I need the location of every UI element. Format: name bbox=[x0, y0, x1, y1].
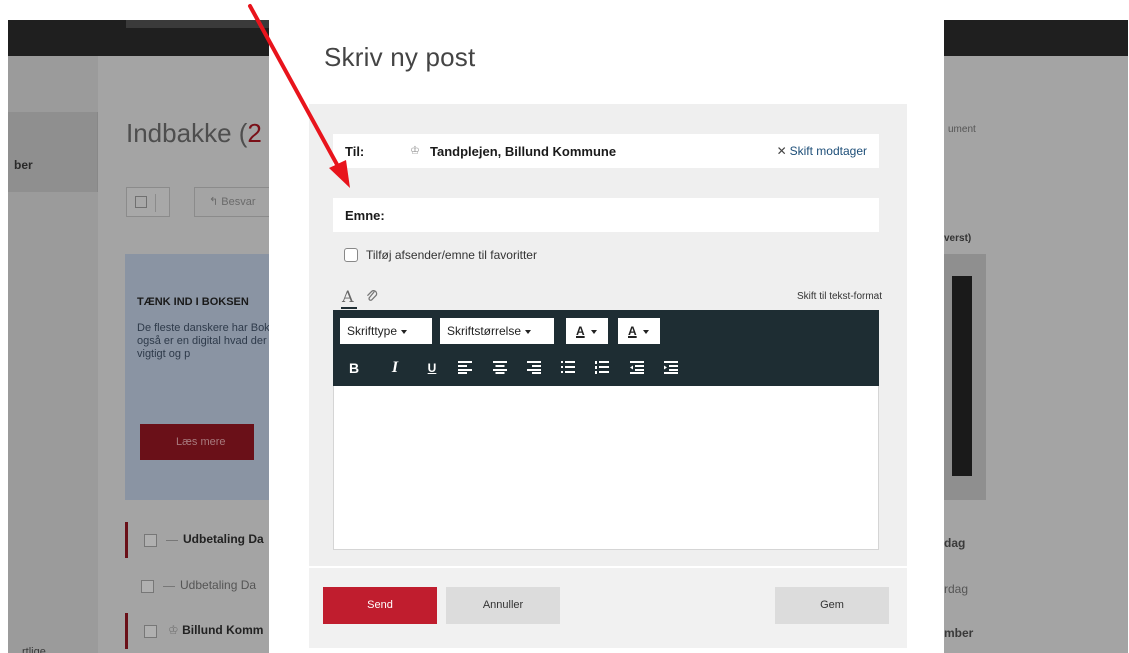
caret-down-icon bbox=[642, 329, 649, 334]
inbox-row: ♔ Billund Komm bbox=[125, 613, 285, 649]
row-dash-icon bbox=[166, 540, 178, 541]
screen: ber rtlige Indbakke (2 ↰ Besvar TÆNK IND… bbox=[0, 0, 1129, 653]
row-checkbox bbox=[144, 625, 157, 638]
reply-button: ↰ Besvar bbox=[194, 187, 274, 217]
change-recipient-link[interactable]: ✕ Skift modtager bbox=[777, 144, 867, 158]
crown-icon: ♔ bbox=[168, 623, 183, 637]
subject-label: Emne: bbox=[345, 208, 385, 223]
highlight-color-dropdown[interactable]: A bbox=[618, 318, 660, 344]
right-sort-fragment: verst) bbox=[944, 233, 972, 244]
subject-input[interactable] bbox=[393, 202, 873, 228]
inbox-count: 2 bbox=[247, 118, 262, 148]
right-row-date: dag bbox=[944, 536, 966, 550]
promo-button: Læs mere bbox=[140, 424, 254, 460]
indent-icon[interactable] bbox=[660, 358, 682, 378]
left-navigation: ber rtlige bbox=[8, 56, 98, 653]
select-all-checkbox bbox=[126, 187, 170, 217]
caret-down-icon bbox=[401, 329, 408, 334]
right-row-date: mber bbox=[944, 626, 974, 640]
text-format-icon[interactable]: A bbox=[341, 287, 357, 309]
recipient-row: Til: ♔ Tandplejen, Billund Kommune ✕ Skif… bbox=[333, 134, 879, 168]
right-side-panel bbox=[944, 254, 986, 500]
top-bar-tab bbox=[126, 20, 276, 28]
row-checkbox bbox=[141, 580, 154, 593]
left-nav-label: ber bbox=[14, 158, 33, 172]
left-nav-bottom-label: rtlige bbox=[22, 646, 46, 653]
favorite-checkbox[interactable] bbox=[344, 248, 358, 262]
cancel-button[interactable]: Annuller bbox=[446, 587, 560, 624]
compose-dialog: Skriv ny post Til: ♔ Tandplejen, Billund… bbox=[269, 0, 944, 653]
text-color-dropdown[interactable]: A bbox=[566, 318, 608, 344]
promo-body: De fleste danskere har Boks også er en d… bbox=[137, 322, 280, 360]
numbered-list-icon[interactable] bbox=[591, 358, 613, 378]
switch-to-text-format-link[interactable]: Skift til tekst-format bbox=[797, 291, 882, 302]
caret-down-icon bbox=[590, 329, 597, 334]
inbox-row: Udbetaling Da bbox=[125, 568, 285, 604]
editor-mode-tools: A Skift til tekst-format bbox=[341, 287, 882, 309]
send-button[interactable]: Send bbox=[323, 587, 437, 624]
paperclip-icon[interactable] bbox=[366, 289, 378, 306]
promo-heading: TÆNK IND I BOKSEN bbox=[137, 296, 249, 308]
align-right-icon[interactable] bbox=[523, 358, 545, 378]
close-icon: ✕ bbox=[776, 144, 787, 158]
align-left-icon[interactable] bbox=[454, 358, 476, 378]
caret-down-icon bbox=[525, 329, 532, 334]
font-family-dropdown[interactable]: Skrifttype bbox=[340, 318, 432, 344]
message-body-editor[interactable] bbox=[333, 386, 879, 550]
underline-button[interactable]: U bbox=[421, 358, 443, 378]
italic-button[interactable]: I bbox=[384, 358, 406, 378]
to-label: Til: bbox=[345, 144, 365, 159]
favorite-label[interactable]: Tilføj afsender/emne til favoritter bbox=[366, 248, 537, 262]
dialog-body: Til: ♔ Tandplejen, Billund Kommune ✕ Skif… bbox=[309, 104, 907, 566]
reply-icon: ↰ bbox=[209, 196, 222, 208]
right-row-date: rdag bbox=[944, 582, 969, 596]
row-checkbox bbox=[144, 534, 157, 547]
row-label: ♔ Billund Komm bbox=[168, 623, 264, 637]
right-fragment-top: ument bbox=[948, 124, 976, 135]
row-dash-icon bbox=[163, 586, 175, 587]
inbox-row: Udbetaling Da bbox=[125, 522, 285, 558]
dialog-title: Skriv ny post bbox=[324, 42, 476, 72]
row-label: Udbetaling Da bbox=[183, 532, 264, 546]
left-nav-active-item bbox=[8, 112, 98, 192]
rich-text-toolbar: Skrifttype Skriftstørrelse A A B I U bbox=[333, 310, 879, 386]
font-size-dropdown[interactable]: Skriftstørrelse bbox=[440, 318, 554, 344]
recipient-name: Tandplejen, Billund Kommune bbox=[430, 144, 617, 159]
inbox-title: Indbakke (2 bbox=[126, 118, 262, 148]
promo-panel: TÆNK IND I BOKSEN De fleste danskere har… bbox=[125, 254, 285, 500]
crown-icon: ♔ bbox=[410, 145, 420, 157]
outdent-icon[interactable] bbox=[626, 358, 648, 378]
bullet-list-icon[interactable] bbox=[557, 358, 579, 378]
row-label: Udbetaling Da bbox=[180, 578, 257, 592]
save-button[interactable]: Gem bbox=[775, 587, 889, 624]
dialog-footer: Send Annuller Gem bbox=[309, 568, 907, 648]
subject-row: Emne: bbox=[333, 198, 879, 232]
bold-button[interactable]: B bbox=[343, 358, 365, 378]
align-center-icon[interactable] bbox=[489, 358, 511, 378]
